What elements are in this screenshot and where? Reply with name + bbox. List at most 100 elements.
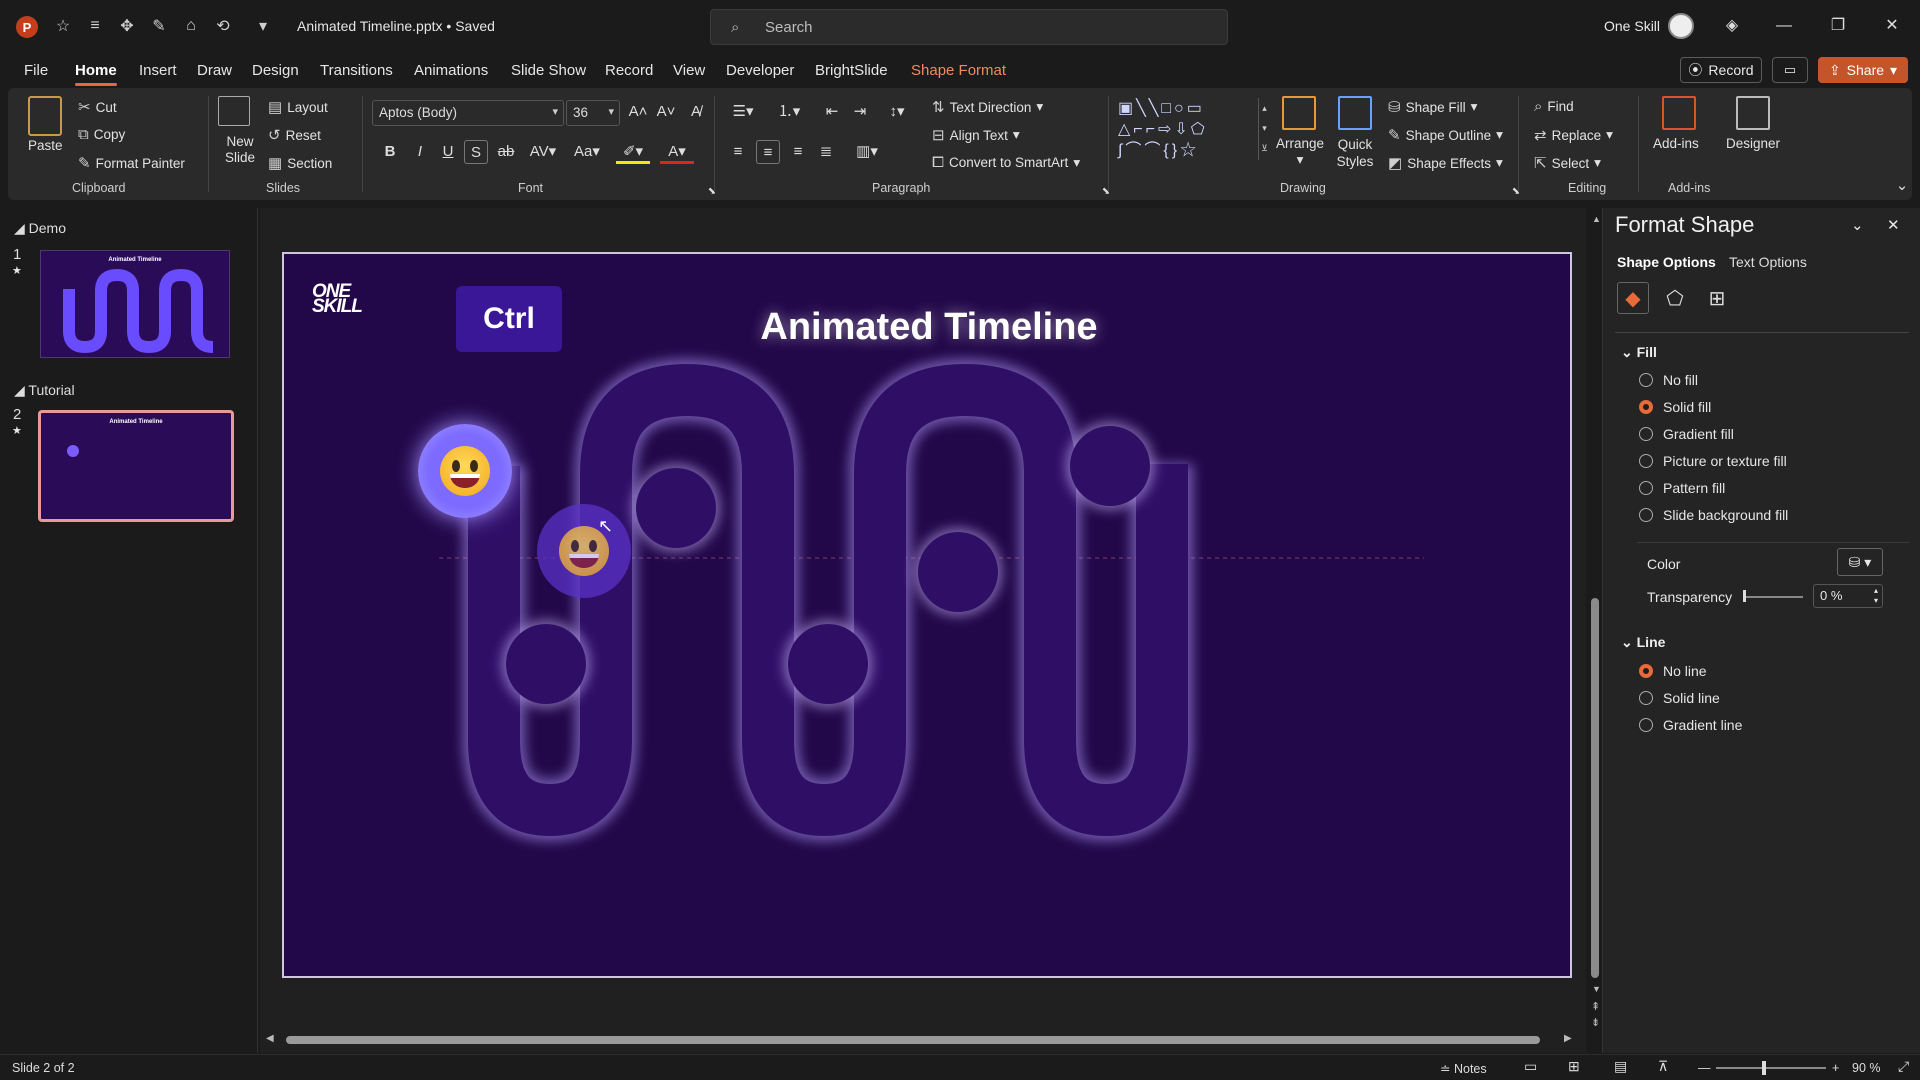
present-icon[interactable]: ⌂ [180,15,202,37]
transparency-input[interactable]: 0 % ▴ ▾ [1813,584,1883,608]
tab-slide-show[interactable]: Slide Show [511,62,586,79]
tab-text-options[interactable]: Text Options [1729,254,1807,270]
tab-draw[interactable]: Draw [197,62,232,79]
tab-home[interactable]: Home [75,62,117,86]
align-text-button[interactable]: ⊟ Align Text ▾ [932,126,1020,144]
bullets-icon[interactable]: ☰▾ [726,100,760,124]
radio-button[interactable] [1639,481,1653,495]
font-size-select[interactable]: 36 ▾ [566,100,620,126]
slide-sorter-icon[interactable]: ⊞ [1568,1058,1580,1075]
select-button[interactable]: ⇱ Select ▾ [1534,154,1601,172]
radio-button[interactable] [1639,373,1653,387]
emoji-marker-dragging[interactable] [537,504,631,598]
bold-icon[interactable]: B [378,140,402,164]
section-demo[interactable]: ◢ Demo [14,220,66,237]
notes-button[interactable]: ≐ Notes [1440,1061,1487,1076]
draw-icon[interactable]: ✥ [116,15,138,37]
radio-solid-line[interactable]: Solid line [1639,690,1720,706]
fill-line-icon[interactable]: ◆ [1617,282,1649,314]
horizontal-scroll-thumb[interactable] [286,1036,1540,1044]
quick-styles-icon[interactable] [1338,96,1372,130]
tab-developer[interactable]: Developer [726,62,794,79]
slideshow-icon[interactable]: ⊼ [1658,1058,1668,1075]
tab-animations[interactable]: Animations [414,62,488,79]
radio-slide-bg-fill[interactable]: Slide background fill [1639,507,1788,523]
diamond-icon[interactable]: ◈ [1720,14,1744,38]
slide-thumbnail-2[interactable]: Animated Timeline [38,410,234,522]
justify-icon[interactable]: ≣ [814,140,838,164]
radio-no-line[interactable]: No line [1639,663,1707,679]
radio-button[interactable] [1639,664,1653,678]
zoom-out-icon[interactable]: — [1698,1061,1711,1075]
vertical-scrollbar[interactable]: ▲ ▼ ⇞ ⇟ [1588,208,1602,1053]
fit-slide-icon[interactable]: ⤢ [1898,1058,1909,1075]
replace-button[interactable]: ⇄ Replace ▾ [1534,126,1613,144]
undo-icon[interactable]: ⟲ [212,15,234,37]
format-painter-button[interactable]: ✎ Format Painter [78,154,185,172]
scroll-left-icon[interactable]: ◀ [266,1033,274,1044]
share-button[interactable]: ⇪ Share ▾ [1818,57,1908,83]
tab-design[interactable]: Design [252,62,299,79]
zoom-level[interactable]: 90 % [1852,1061,1881,1075]
normal-view-icon[interactable]: ▭ [1524,1058,1537,1075]
shapes-gallery[interactable]: ▣╲╲□○▭ △⌐⌐⇨⇩⬠ ∫⌒⌒{}☆ [1118,98,1270,162]
designer-icon[interactable] [1736,96,1770,130]
gallery-scroll-icon[interactable]: ▴ ▾ ⊻ [1258,98,1270,160]
previous-slide-icon[interactable]: ⇞ [1591,1000,1600,1013]
reading-view-icon[interactable]: ▤ [1614,1058,1627,1075]
convert-smartart-button[interactable]: ⧠ Convert to SmartArt ▾ [932,154,1080,171]
decrease-indent-icon[interactable]: ⇤ [820,100,844,124]
strikethrough-icon[interactable]: ab [494,140,518,164]
tab-transitions[interactable]: Transitions [320,62,393,79]
paste-icon[interactable] [28,96,62,136]
change-case-icon[interactable]: Aa▾ [570,140,604,164]
copy-button[interactable]: ⧉ Copy [78,126,125,143]
find-button[interactable]: ⌕ Find [1534,98,1574,115]
increase-indent-icon[interactable]: ⇥ [848,100,872,124]
paste-button[interactable]: Paste [28,138,63,153]
new-slide-icon[interactable] [218,96,250,126]
size-properties-icon[interactable]: ⊞ [1701,282,1733,314]
avatar[interactable] [1668,13,1694,39]
effects-pentagon-icon[interactable]: ⬠ [1659,282,1691,314]
timeline-track[interactable] [284,254,1572,978]
next-slide-icon[interactable]: ⇟ [1591,1016,1600,1029]
align-center-icon[interactable]: ≡ [756,140,780,164]
font-color-icon[interactable]: A▾ [660,140,694,164]
highlight-icon[interactable]: ✐▾ [616,140,650,164]
scroll-down-icon[interactable]: ▼ [1592,984,1601,994]
italic-icon[interactable]: I [408,140,432,164]
tab-brightslide[interactable]: BrightSlide [815,62,888,79]
maximize-button[interactable]: ❐ [1826,14,1850,38]
autosave-icon[interactable]: ☆ [52,15,74,37]
layout-button[interactable]: ▤ Layout [268,98,328,116]
addins-icon[interactable] [1662,96,1696,130]
close-button[interactable]: ✕ [1880,14,1904,38]
scroll-up-icon[interactable]: ▲ [1592,214,1601,224]
radio-no-fill[interactable]: No fill [1639,372,1698,388]
zoom-slider[interactable] [1716,1067,1826,1069]
section-tutorial[interactable]: ◢ Tutorial [14,382,75,399]
shape-effects-button[interactable]: ◩ Shape Effects ▾ [1388,154,1503,172]
radio-button[interactable] [1639,691,1653,705]
clear-format-icon[interactable]: A̸ [684,100,708,124]
chevron-down-icon[interactable]: ⌄ [1851,216,1864,234]
search-input[interactable]: ⌕ Search [710,9,1228,45]
designer-button[interactable]: Designer [1726,136,1780,151]
new-slide-button[interactable]: New Slide [220,134,260,166]
dialog-launcher-icon[interactable]: ⬊ [1094,180,1118,204]
tab-file[interactable]: File [24,62,48,79]
slide-thumbnail-1[interactable]: Animated Timeline [40,250,230,358]
spinner-icon[interactable]: ▴ ▾ [1874,586,1878,606]
quick-access-more-icon[interactable]: ▾ [252,15,274,37]
close-icon[interactable]: ✕ [1887,216,1900,234]
customize-icon[interactable]: ✎ [148,15,170,37]
color-picker-button[interactable]: ⛁ ▾ [1837,548,1883,576]
transparency-slider[interactable] [1743,596,1803,598]
underline-icon[interactable]: U [436,140,460,164]
slide[interactable]: ONE SKILL Ctrl Animated Timeline ↖ [282,252,1572,978]
columns-icon[interactable]: ▥▾ [850,140,884,164]
tab-shape-format[interactable]: Shape Format [911,62,1006,79]
section-button[interactable]: ▦ Section [268,154,332,172]
comments-button[interactable]: ▭ [1772,57,1808,83]
